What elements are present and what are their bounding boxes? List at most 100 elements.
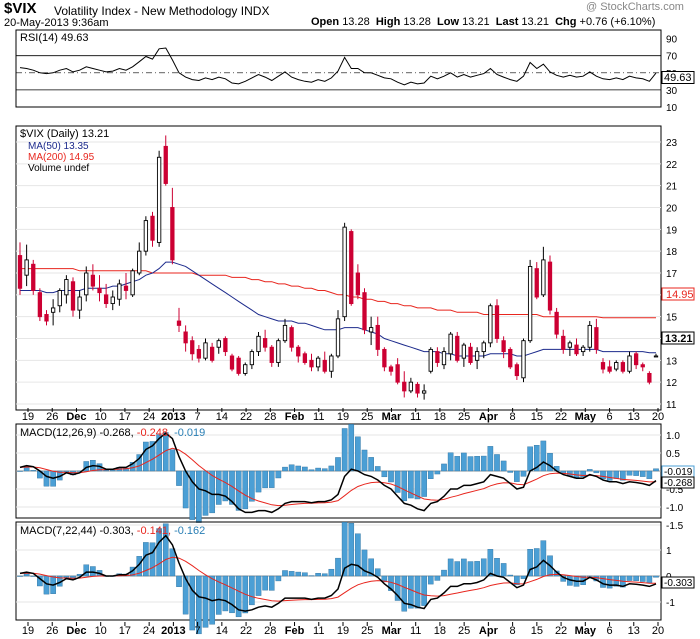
candle-body [170,207,175,261]
macd2-histogram-bar [202,575,209,628]
x-tick-label: 7 [195,411,201,423]
macd2-histogram-bar [189,575,196,631]
rsi-grid [16,55,661,91]
candle-body [435,351,440,363]
candle-body [57,290,62,307]
x-tick-label: 25 [361,411,373,423]
candle-body [24,259,29,276]
candle-body [90,274,96,287]
candle-body [335,318,341,357]
macd1-histogram-bar [103,469,109,472]
x-tick-label: 17 [119,625,131,637]
candle-body [130,270,135,296]
x-tick-label: 26 [46,625,58,637]
macd2-histogram-bar [374,568,381,577]
candle-body [567,342,573,348]
macd1-histogram-bar [507,470,514,473]
macd2-histogram-bar [500,563,507,577]
macd2-macd-tag: -0.303 [664,578,693,589]
macd2-histogram-bar [222,575,229,612]
macd1-histogram-bar [600,470,606,480]
candle-body [388,366,394,372]
macd2-histogram-bar [268,575,275,591]
macd1-histogram-bar [454,456,461,472]
candle-body [534,268,539,298]
x-tick-label: 24 [143,625,155,637]
x-tick-label: 22 [555,625,567,637]
ma200-tag: 14.95 [666,289,694,301]
candle-body [223,338,228,353]
macd2-histogram-bar [633,575,639,582]
candle-body [349,231,354,305]
macd2-histogram-bar [295,571,302,577]
macd1-histogram-bar [467,456,474,472]
macd2-histogram-bar [328,568,335,577]
macd2-histogram-bar [17,575,23,577]
candle-body [17,255,23,289]
macd1-histogram-bar [593,470,600,474]
macd2-histogram-bar [653,575,659,578]
macd2-histogram-bar [586,575,593,577]
candle-body [640,364,645,368]
macd1-label-signal: -0.248, [137,427,171,439]
macd2-histogram-bar [255,575,262,596]
macd1-histogram-bar [639,470,646,477]
x-tick-label: 24 [143,411,155,423]
candle-body [183,331,188,344]
macd2-histogram-bar [520,575,527,579]
macd1-histogram-bar [427,470,434,479]
macd1-histogram-bar [275,470,282,479]
candle-body [289,327,294,348]
candle-body [262,338,268,348]
candle-body [395,364,400,383]
x-tick-label: 13 [628,625,640,637]
macd1-histogram-bar [321,468,328,472]
volume-label: Volume undef [28,163,89,174]
macd1-histogram-bar [633,470,639,476]
macd2-tick-label: -1 [666,598,675,609]
candle-body [249,351,255,366]
x-tick-label: 25 [361,625,373,637]
macd1-histogram-bar [401,470,408,502]
x-tick-label: 11 [410,411,421,423]
price-tick-label: 11 [666,400,677,411]
macd2-histogram-bar [249,575,255,606]
macd1-histogram-bar [441,463,447,472]
macd2-label-macd: MACD(7,22,44) -0.303, [20,525,134,537]
macd2-histogram-bar [507,574,514,577]
candle-body [137,250,142,274]
candle-body [647,372,652,383]
candle-body [653,355,659,358]
macd1-histogram-bar [520,470,527,477]
price-tick-label: 19 [666,225,678,236]
macd2-histogram-bar [434,575,441,581]
candle-body [547,261,553,311]
candle-body [474,351,480,361]
macd2-histogram-bar [302,572,308,577]
macd1-histogram-bar [494,454,500,472]
candle-body [382,348,387,368]
macd1-histogram-bar [63,470,70,473]
macd1-label-macd: MACD(12,26,9) -0.268, [20,427,134,439]
x-tick-label: Dec [66,411,86,423]
candle-body [150,215,155,241]
rsi-panel: RSI(14) 49.63 9070503010 49.63 [15,29,695,114]
candle-body [441,351,447,366]
macd2-histogram-bar [600,575,606,588]
macd2-histogram [17,521,659,635]
macd1-histogram-bar [500,460,507,472]
macd1-label: MACD(12,26,9) -0.268, -0.248, -0.019 [20,427,205,439]
macd1-histogram-bar [169,449,176,472]
macd2-histogram-bar [447,558,454,577]
candle-body [216,340,221,348]
candle-body [514,364,520,377]
candle-body [163,145,168,184]
candle-body [196,348,202,359]
macd2-histogram-bar [63,575,70,578]
macd2-histogram-bar [275,575,282,582]
candle-body [488,305,493,344]
x-tick-label: 19 [22,625,34,637]
candle-body [521,340,526,379]
x-tick-label: 15 [531,625,543,637]
candle-body [574,344,579,355]
